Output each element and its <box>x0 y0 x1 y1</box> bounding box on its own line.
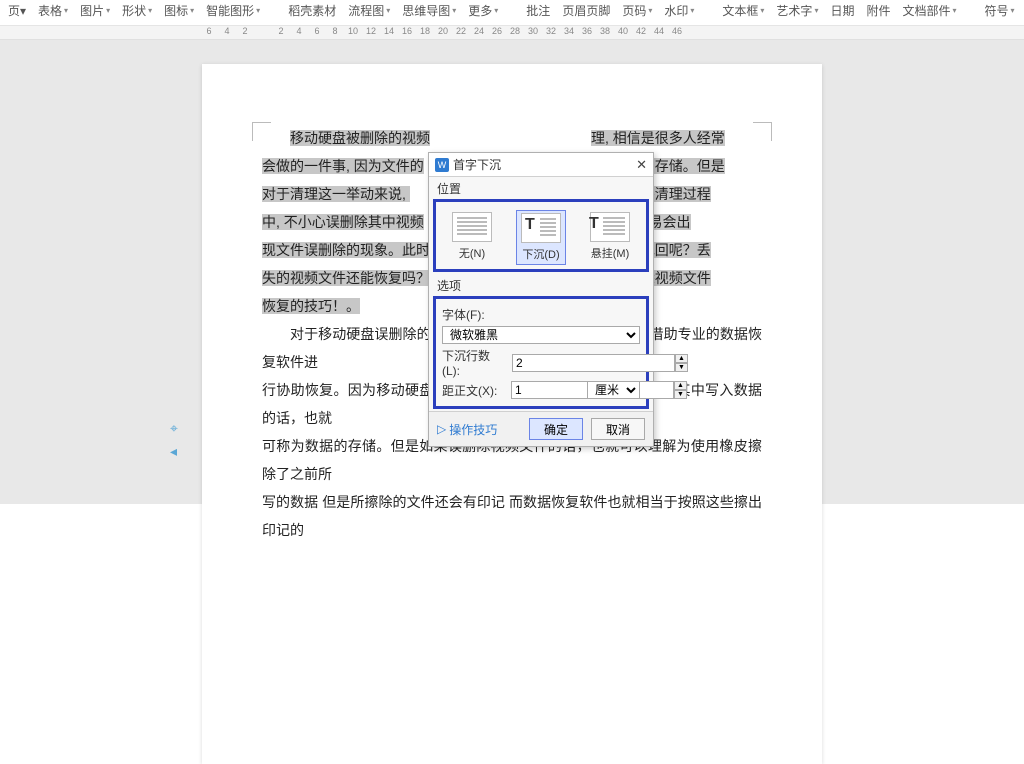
date-btn[interactable]: 日期 <box>830 2 854 19</box>
page-corner-marks <box>252 134 772 144</box>
position-section-label: 位置 <box>429 177 653 197</box>
close-icon[interactable]: ✕ <box>636 157 647 173</box>
dialog-titlebar: W 首字下沉 ✕ <box>429 153 653 177</box>
caret-icon: ▾ <box>690 6 694 15</box>
icon-menu[interactable]: 图标▾ <box>164 2 194 19</box>
caret-icon: ▾ <box>494 6 498 15</box>
flowchart-menu[interactable]: 流程图▾ <box>348 2 390 19</box>
shape-menu[interactable]: 形状▾ <box>122 2 152 19</box>
options-group-highlight: 字体(F): 微软雅黑 下沉行数(L): ▲▼ 距正文(X): ▲▼ 厘米 <box>433 296 649 409</box>
option-dropped[interactable]: T 下沉(D) <box>516 210 566 265</box>
caret-icon: ▾ <box>148 6 152 15</box>
gutter-icons: ⌖ ◂ <box>170 420 178 460</box>
caret-icon: ▾ <box>1011 6 1015 15</box>
comment-btn[interactable]: 批注 <box>526 2 550 19</box>
caret-icon: ▾ <box>106 6 110 15</box>
page-menu[interactable]: 页▾ <box>8 2 26 19</box>
dialog-footer: ▷操作技巧 确定 取消 <box>429 411 653 446</box>
drop-cap-dialog: W 首字下沉 ✕ 位置 无(N) T 下沉(D) T 悬挂(M) 选项 字体(F… <box>428 152 654 447</box>
dist-unit-select[interactable]: 厘米 <box>587 381 640 399</box>
dist-spin-up[interactable]: ▲ <box>674 381 687 390</box>
horizontal-ruler: 6422468101214161820222426283032343638404… <box>0 26 1024 40</box>
lines-label: 下沉行数(L): <box>442 347 506 378</box>
compass-icon[interactable]: ⌖ <box>170 420 178 437</box>
ribbon-toolbar: 页▾ 表格▾ 图片▾ 形状▾ 图标▾ 智能图形▾ 稻壳素材流程图▾ 思维导图▾ 更多▾ 批注页眉页… <box>0 0 1024 26</box>
lines-spin-up[interactable]: ▲ <box>675 354 688 363</box>
cancel-button[interactable]: 取消 <box>591 418 645 440</box>
textbox-menu[interactable]: 文本框▾ <box>722 2 764 19</box>
caret-icon: ▾ <box>452 6 456 15</box>
symbol-menu[interactable]: 符号▾ <box>985 2 1015 19</box>
font-label: 字体(F): <box>442 306 506 323</box>
font-select[interactable]: 微软雅黑 <box>442 326 640 344</box>
table-menu[interactable]: 表格▾ <box>38 2 68 19</box>
app-icon: W <box>435 158 449 172</box>
options-section-label: 选项 <box>429 274 653 294</box>
mindmap-menu[interactable]: 思维导图▾ <box>402 2 456 19</box>
caret-icon: ▾ <box>760 6 764 15</box>
picture-menu[interactable]: 图片▾ <box>80 2 110 19</box>
wordart-menu[interactable]: 艺术字▾ <box>776 2 818 19</box>
tips-link[interactable]: ▷操作技巧 <box>437 421 497 438</box>
header-footer-btn[interactable]: 页眉页脚 <box>562 2 610 19</box>
position-group-highlight: 无(N) T 下沉(D) T 悬挂(M) <box>433 199 649 272</box>
caret-icon: ▾ <box>190 6 194 15</box>
caret-icon: ▾ <box>386 6 390 15</box>
attachment-btn[interactable]: 附件 <box>866 2 890 19</box>
dist-spin-down[interactable]: ▼ <box>674 390 687 399</box>
arrow-icon[interactable]: ◂ <box>170 443 178 460</box>
ok-button[interactable]: 确定 <box>529 418 583 440</box>
lines-input[interactable] <box>512 354 675 372</box>
option-none[interactable]: 无(N) <box>448 210 496 265</box>
dialog-title: 首字下沉 <box>453 156 636 173</box>
pagenum-menu[interactable]: 页码▾ <box>622 2 652 19</box>
option-in-margin[interactable]: T 悬挂(M) <box>586 210 634 265</box>
caret-icon: ▾ <box>953 6 957 15</box>
smartart-menu[interactable]: 智能图形▾ <box>206 2 260 19</box>
watermark-menu[interactable]: 水印▾ <box>664 2 694 19</box>
lines-spin-down[interactable]: ▼ <box>675 363 688 372</box>
caret-icon: ▾ <box>256 6 260 15</box>
more-menu[interactable]: 更多▾ <box>468 2 498 19</box>
docparts-menu[interactable]: 文档部件▾ <box>902 2 956 19</box>
daoke-menu[interactable]: 稻壳素材 <box>288 2 336 19</box>
caret-icon: ▾ <box>64 6 68 15</box>
caret-icon: ▾ <box>648 6 652 15</box>
dist-label: 距正文(X): <box>442 382 505 399</box>
caret-icon: ▾ <box>814 6 818 15</box>
play-icon: ▷ <box>437 422 446 436</box>
